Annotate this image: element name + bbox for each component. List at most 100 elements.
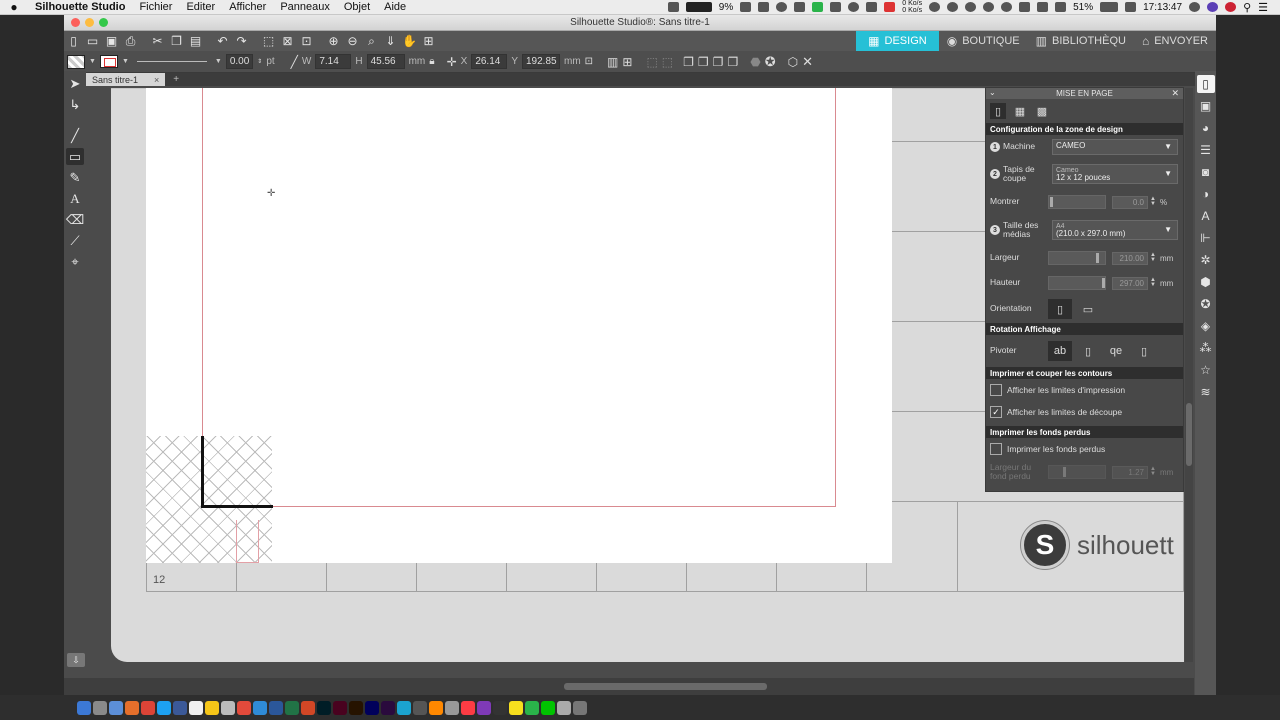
tab-bibliotheque[interactable]: ▥ BIBLIOTHÈQU [1028,31,1134,51]
tab-design[interactable]: ▦ DESIGN [856,31,939,51]
collapse-chevron-icon[interactable]: ⌄ [989,88,996,97]
replicate-icon[interactable]: ⁂ [1197,339,1215,357]
eye-icon[interactable] [983,2,995,12]
calendar-icon[interactable] [189,700,203,715]
trace-panel-icon[interactable]: ◈ [1197,317,1215,335]
app-icon[interactable] [413,700,427,715]
gamepad-icon[interactable] [830,2,842,12]
twitter-icon[interactable] [157,700,171,715]
copy-icon[interactable]: ❐ [167,33,186,49]
rotate-270-icon[interactable]: ▯ [1132,341,1156,361]
excel-icon[interactable] [285,700,299,715]
bleed-checkbox[interactable] [990,443,1002,455]
bring-to-front-icon[interactable]: ❐ [683,55,694,69]
mat-select[interactable]: Cameo 12 x 12 pouces ▼ [1052,164,1178,184]
battery-icon[interactable] [1100,2,1119,12]
doc-tab-close-icon[interactable]: × [154,75,159,85]
menu-aide[interactable]: Aide [377,1,413,13]
word-icon[interactable] [269,700,283,715]
width-value-field[interactable]: 210.00 [1112,251,1148,265]
menu-afficher[interactable]: Afficher [222,1,273,13]
show-value-field[interactable]: 0.0 [1112,195,1148,209]
y-field[interactable]: 192.85 [521,54,560,69]
star-shape-icon[interactable]: ✪ [765,54,776,70]
app-icon[interactable] [397,700,411,715]
line-width-field[interactable]: 0.00 [225,54,254,69]
rectangle-tool-icon[interactable]: ▭ [66,148,84,165]
cut-icon[interactable]: ✂ [148,33,167,49]
paste-icon[interactable]: ▤ [186,33,205,49]
text-tool-icon[interactable]: A [66,190,84,207]
mic-icon[interactable] [848,2,860,12]
rotate-0-icon[interactable]: ab [1048,341,1072,361]
align-icon[interactable]: ▥ [607,55,618,69]
landscape-orientation-icon[interactable]: ▭ [1076,299,1100,319]
line-color-swatch[interactable] [99,55,118,68]
screen-icon[interactable] [794,2,806,12]
siri-icon[interactable] [1207,2,1219,12]
bleed-width-field[interactable]: 1.27 [1112,465,1148,479]
illustrator-icon[interactable] [349,700,363,715]
eyedropper-tool-icon[interactable]: ⌖ [66,253,84,270]
contacts-icon[interactable] [221,700,235,715]
line-width-spinner[interactable]: ⇕ [257,58,262,65]
send-backward-icon[interactable]: ❐ [727,55,738,69]
preview-icon[interactable] [557,700,571,715]
library-drawer-icon[interactable]: ⇩ [67,653,85,667]
music-icon[interactable] [461,700,475,715]
sync-icon[interactable] [947,2,959,12]
lock-aspect-icon[interactable]: 🔒︎ [429,56,434,67]
line-dropdown-icon[interactable]: ▼ [122,58,129,65]
premiere-icon[interactable] [381,700,395,715]
align-panel-icon[interactable]: ⊩ [1197,229,1215,247]
trace-icon[interactable]: ◙ [1197,163,1215,181]
new-document-icon[interactable]: ▯ [64,33,83,49]
cloud-icon[interactable] [965,2,977,12]
whatsapp-icon[interactable] [541,700,555,715]
app-status-icon[interactable] [1225,2,1237,12]
menu-app-name[interactable]: Silhouette Studio [28,1,132,13]
line-style-icon[interactable]: ☰ [1197,141,1215,159]
background-tab-icon[interactable]: ▩ [1034,103,1050,119]
app-icon[interactable] [445,700,459,715]
apple-icon[interactable]: ● [0,0,28,14]
doc-tab-sans-titre[interactable]: Sans titre-1 × [86,73,166,86]
tab-boutique[interactable]: ◉ BOUTIQUE [939,31,1028,51]
finder-icon[interactable] [77,700,91,715]
deselect-icon[interactable]: ⊠ [278,33,297,49]
pixscan-icon[interactable]: ▣ [1197,97,1215,115]
powerpoint-icon[interactable] [301,700,315,715]
center-icon[interactable]: ⊞ [622,55,632,69]
line-style-dropdown-icon[interactable]: ▼ [215,58,222,65]
photos-icon[interactable] [237,700,251,715]
bring-forward-icon[interactable]: ❐ [713,55,724,69]
clock[interactable]: 17:13:47 [1143,2,1182,13]
facebook-icon[interactable] [173,700,187,715]
line-tool-icon[interactable]: ╱ [291,55,298,69]
pan-hand-icon[interactable]: ✋ [400,33,419,49]
print-limits-checkbox[interactable] [990,384,1002,396]
line-style-select[interactable] [136,61,207,62]
zoom-selection-icon[interactable]: ⌕ [362,33,381,49]
cut-limits-checkbox[interactable]: ✓ [990,406,1002,418]
rotate-180-icon[interactable]: qe [1104,341,1128,361]
save-icon[interactable]: ▣ [102,33,121,49]
print-icon[interactable]: ⎙ [121,33,140,49]
spinner-icon[interactable]: ▲ ▼ [1150,466,1156,477]
fit-page-icon[interactable]: ⊞ [419,33,438,49]
move-down-icon[interactable]: ⇓ [381,33,400,49]
select-by-color-icon[interactable]: ⊡ [297,33,316,49]
knife-tool-icon[interactable]: ⟋ [66,232,84,249]
group-icon[interactable]: ⬚ [646,55,657,69]
fill-dropdown-icon[interactable]: ▼ [89,58,96,65]
show-slider[interactable] [1048,195,1106,209]
menu-editer[interactable]: Editer [179,1,222,13]
page-setup-icon[interactable]: ▯ [1196,75,1215,93]
select-all-icon[interactable]: ⬚ [259,33,278,49]
point-edit-icon[interactable]: ↳ [66,96,84,113]
line-tool-icon[interactable]: ╱ [66,127,84,144]
photoshop-icon[interactable] [317,700,331,715]
sketch-icon[interactable]: ≋ [1197,383,1215,401]
wifi-icon[interactable] [1037,2,1049,12]
antivirus-icon[interactable] [884,2,896,12]
